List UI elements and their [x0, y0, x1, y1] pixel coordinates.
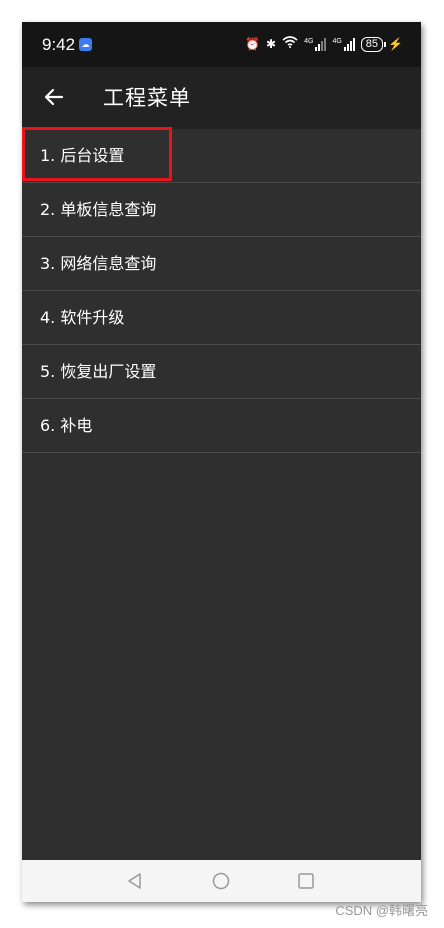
status-time: 9:42 [42, 35, 76, 54]
menu-list: 1. 后台设置 2. 单板信息查询 3. 网络信息查询 4. 软件升级 5. 恢… [22, 129, 421, 453]
navigation-bar [22, 860, 421, 902]
page-title: 工程菜单 [103, 86, 191, 110]
arrow-left-icon[interactable] [42, 85, 66, 109]
status-icons: ⏰ ✱ 4G 4G 85 ⚡ [245, 35, 403, 53]
status-bar: 9:42 ☁ ⏰ ✱ 4G 4G 85 ⚡ [22, 22, 421, 67]
nav-recent-apps-icon[interactable] [296, 871, 316, 891]
battery-level: 85 [360, 36, 384, 52]
menu-item-background-settings[interactable]: 1. 后台设置 [22, 129, 421, 183]
title-bar: 工程菜单 [22, 67, 421, 129]
charging-icon: ⚡ [388, 37, 403, 51]
menu-item-factory-reset[interactable]: 5. 恢复出厂设置 [22, 345, 421, 399]
network-type-2: 4G [332, 37, 342, 45]
menu-item-recharge[interactable]: 6. 补电 [22, 399, 421, 453]
alarm-icon: ⏰ [245, 37, 261, 51]
network-type-1: 4G [304, 37, 314, 45]
menu-item-software-upgrade[interactable]: 4. 软件升级 [22, 291, 421, 345]
signal-icon-sim2: 4G [332, 37, 355, 51]
signal-icon-sim1: 4G [304, 37, 327, 51]
menu-item-board-info[interactable]: 2. 单板信息查询 [22, 183, 421, 237]
page: 9:42 ☁ ⏰ ✱ 4G 4G 85 ⚡ 工程菜单 1. 后台设置 2. 单板… [0, 0, 444, 928]
watermark: CSDN @韩曙亮 [335, 903, 428, 918]
wifi-icon [282, 35, 298, 53]
menu-item-network-info[interactable]: 3. 网络信息查询 [22, 237, 421, 291]
battery-icon: 85 ⚡ [360, 35, 403, 53]
nav-home-icon[interactable] [211, 871, 231, 891]
phone-screen: 9:42 ☁ ⏰ ✱ 4G 4G 85 ⚡ 工程菜单 1. 后台设置 2. 单板… [22, 22, 421, 902]
bluetooth-icon: ✱ [266, 37, 277, 51]
nav-back-icon[interactable] [125, 871, 145, 891]
cloud-app-icon: ☁ [79, 38, 92, 51]
